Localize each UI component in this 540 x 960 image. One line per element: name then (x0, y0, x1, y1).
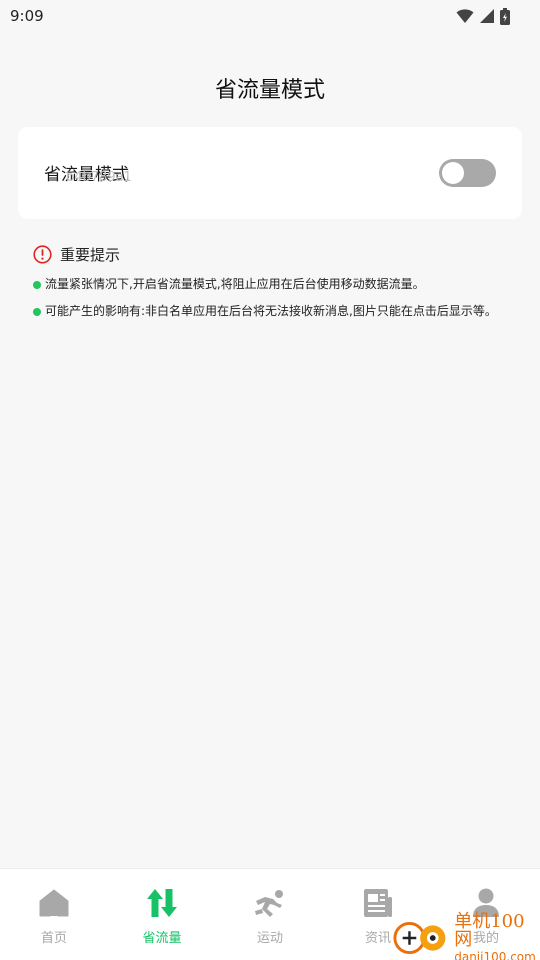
tab-label: 省流量 (142, 931, 182, 946)
cell-signal-icon (480, 9, 494, 23)
status-bar: 9:09 (0, 0, 540, 32)
news-icon (364, 889, 392, 917)
notice-item-text: 可能产生的影响有:非白名单应用在后台将无法接收新消息,图片只能在点击后显示等。 (45, 304, 497, 318)
tab-home[interactable]: 首页 (0, 869, 108, 960)
notice-item: 流量紧张情况下,开启省流量模式,将阻止应用在后台使用移动数据流量。 (33, 277, 513, 292)
running-icon (255, 890, 283, 917)
watermark-title: 单机100网 (454, 911, 525, 950)
status-icons (456, 7, 510, 25)
notice-item-text: 流量紧张情况下,开启省流量模式,将阻止应用在后台使用移动数据流量。 (45, 277, 425, 291)
toggle-knob (442, 162, 464, 184)
wifi-icon (456, 9, 474, 23)
site-watermark: 单机100网 danji100.com (392, 913, 540, 960)
tab-label: 运动 (256, 931, 283, 946)
battery-icon (500, 7, 510, 25)
bullet-dot-icon (33, 281, 41, 289)
bullet-dot-icon (33, 308, 41, 316)
notice-header: 重要提示 (33, 244, 120, 265)
page-title: 省流量模式 (214, 78, 325, 103)
watermark-logo-icon (393, 921, 446, 955)
warning-icon (33, 245, 52, 264)
tab-sports[interactable]: 运动 (216, 869, 324, 960)
tab-label: 资讯 (364, 931, 391, 946)
home-icon (39, 889, 69, 917)
watermark-url: danji100.com (454, 950, 536, 960)
data-transfer-icon (147, 889, 177, 917)
data-saver-sublabel: b4b789a1 (66, 170, 132, 185)
data-saver-toggle[interactable] (439, 159, 496, 187)
notice-title: 重要提示 (60, 246, 121, 264)
tab-label: 首页 (40, 931, 67, 946)
notice-item: 可能产生的影响有:非白名单应用在后台将无法接收新消息,图片只能在点击后显示等。 (33, 304, 513, 319)
status-time: 9:09 (10, 7, 44, 25)
watermark-text: 单机100网 danji100.com (454, 913, 540, 960)
tab-data-saver[interactable]: 省流量 (108, 869, 216, 960)
